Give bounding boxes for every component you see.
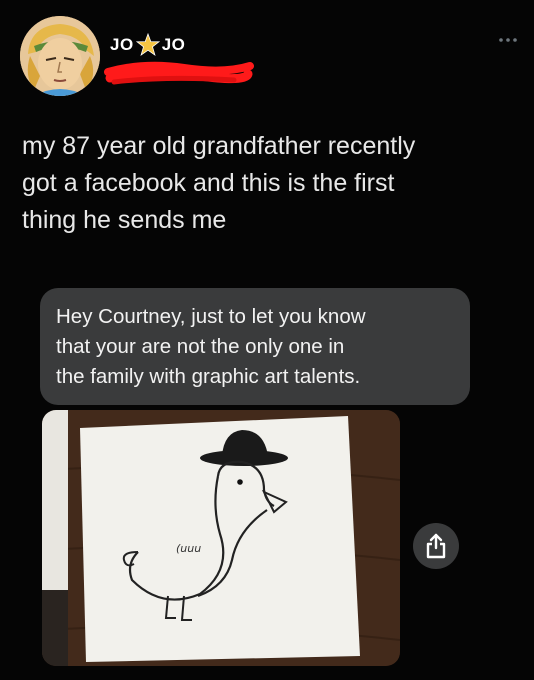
display-name[interactable]: JO JO [110,33,185,57]
drawing-photo[interactable]: (uuu [42,410,400,666]
star-icon [135,33,160,56]
body-scribble: (uuu [176,542,201,555]
message-bubble: Hey Courtney, just to let you know that … [40,288,470,405]
share-icon [426,533,446,559]
more-dots-icon[interactable] [498,36,518,44]
share-button[interactable] [413,523,459,569]
avatar-illustration [20,16,100,96]
tweet-text: my 87 year old grandfather recently got … [22,132,416,234]
redacted-handle-scribble [104,61,254,85]
duck-drawing-image: (uuu [42,410,400,666]
display-name-left: JO [110,35,134,54]
display-name-right: JO [161,35,186,54]
tweet-card: JO JO my 87 year old grandfather recentl… [0,0,534,680]
avatar[interactable] [20,16,100,96]
